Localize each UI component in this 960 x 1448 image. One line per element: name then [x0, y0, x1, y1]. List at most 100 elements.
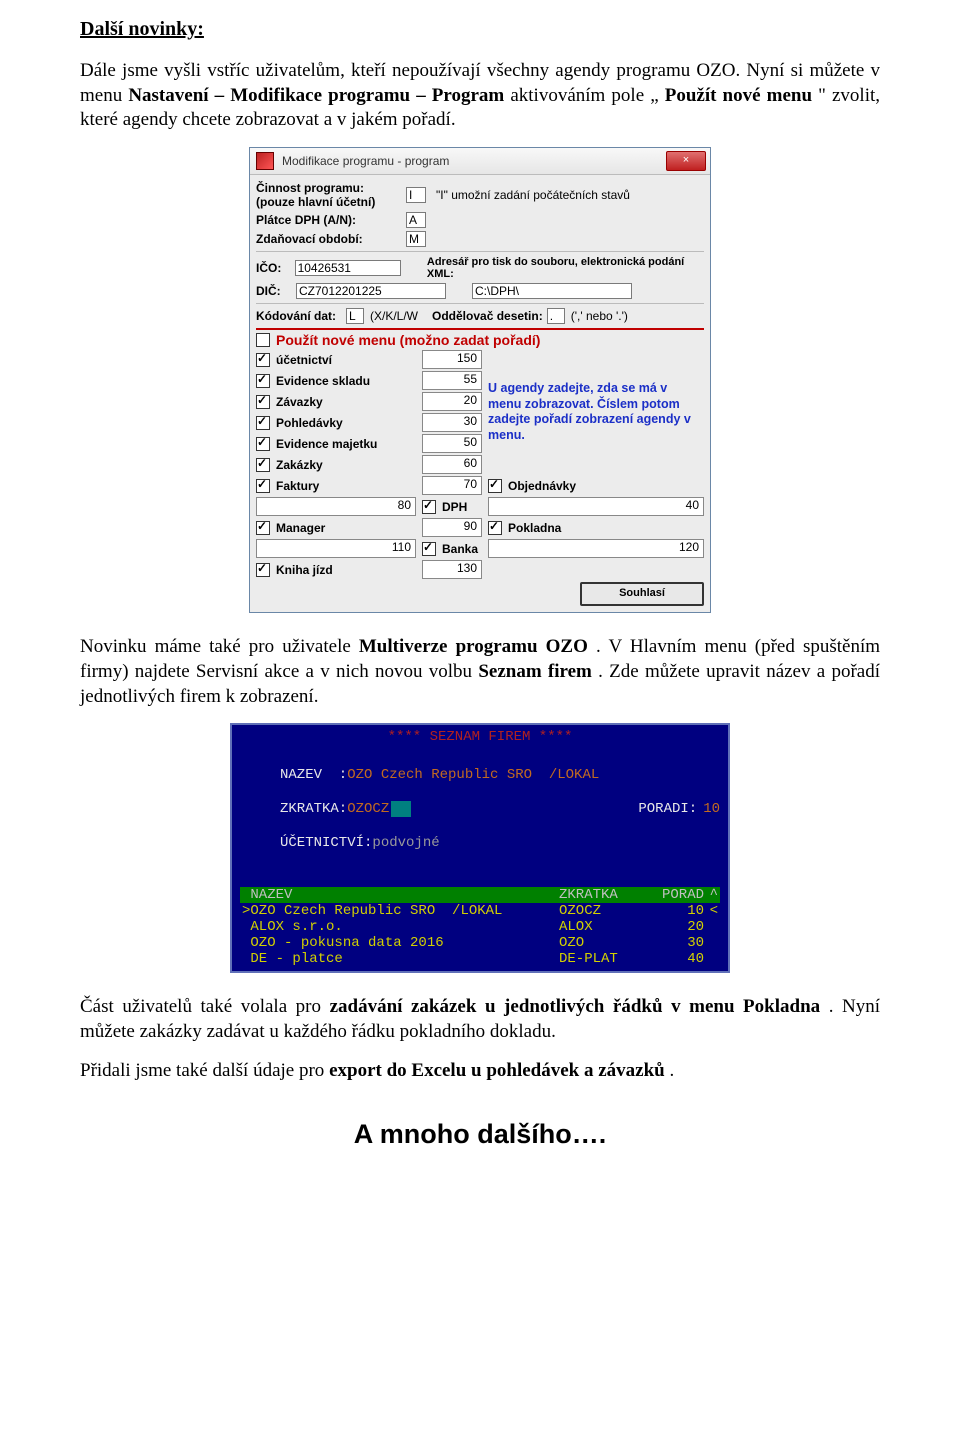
input-oddelovac[interactable]: .: [547, 308, 565, 324]
dos-val-nazev[interactable]: OZO Czech Republic SRO /LOKAL: [347, 767, 599, 783]
dos-firm-row[interactable]: >OZO Czech Republic SRO /LOKALOZOCZ10<: [240, 903, 720, 919]
agenda-order-input[interactable]: 40: [488, 497, 704, 516]
input-adresar[interactable]: C:\DPH\: [472, 283, 632, 299]
dos-val-zkratka[interactable]: OZOCZ: [347, 801, 389, 817]
para-4-bold: export do Excelu u pohledávek a závazků: [329, 1060, 665, 1081]
agenda-order-input[interactable]: 50: [422, 434, 482, 453]
close-button[interactable]: ×: [666, 151, 706, 171]
input-dic[interactable]: CZ7012201225: [296, 283, 446, 299]
agenda-label: Faktury: [276, 479, 319, 493]
agenda-row-5[interactable]: Zakázky: [256, 458, 416, 472]
heading-dalsi-novinky: Další novinky:: [80, 18, 880, 41]
agenda-order-input[interactable]: 130: [422, 560, 482, 579]
dos-row-poradi: 20: [649, 919, 704, 935]
agenda-row-8[interactable]: DPH: [422, 500, 482, 514]
agenda-row-7[interactable]: Objednávky: [488, 479, 704, 493]
agenda-order-input[interactable]: 55: [422, 371, 482, 390]
dos-firm-row[interactable]: OZO - pokusna data 2016OZO30: [240, 935, 720, 951]
dos-lbl-poradi: PORADI:: [638, 801, 697, 817]
lbl-adresar: Adresář pro tisk do souboru, elektronick…: [427, 256, 704, 280]
dos-lbl-zkratka: ZKRATKA:: [280, 801, 347, 817]
agenda-order-input[interactable]: 30: [422, 413, 482, 432]
lbl-oddelovac: Oddělovač desetin:: [432, 309, 543, 323]
agenda-label: Pokladna: [508, 521, 561, 535]
dos-lbl-ucetnictvi: ÚČETNICTVÍ:: [280, 835, 372, 851]
agenda-checkbox[interactable]: [256, 353, 270, 367]
agenda-label: Závazky: [276, 395, 323, 409]
agenda-row-1[interactable]: Evidence skladu: [256, 374, 416, 388]
input-ico[interactable]: 10426531: [295, 260, 401, 276]
para-4-text: Přidali jsme také další údaje pro: [80, 1060, 329, 1081]
agenda-label: Manager: [276, 521, 325, 535]
agenda-checkbox[interactable]: [256, 437, 270, 451]
para-1-bold1: Nastavení – Modifikace programu – Progra…: [128, 85, 504, 106]
dos-col-nazev: NAZEV: [250, 887, 559, 903]
agenda-row-10[interactable]: Pokladna: [488, 521, 704, 535]
agenda-row-3[interactable]: Pohledávky: [256, 416, 416, 430]
dos-row-poradi: 40: [649, 951, 704, 967]
agenda-checkbox[interactable]: [256, 479, 270, 493]
agenda-checkbox[interactable]: [488, 479, 502, 493]
agenda-checkbox[interactable]: [256, 563, 270, 577]
agenda-checkbox[interactable]: [256, 416, 270, 430]
agenda-row-6[interactable]: Faktury: [256, 479, 416, 493]
hint-kodovani: (X/K/L/W: [370, 309, 418, 323]
para-3-bold: zadávání zakázek u jednotlivých řádků v …: [330, 996, 821, 1017]
dos-row-poradi: 10: [649, 903, 704, 919]
app-icon: [256, 152, 274, 170]
dos-row-nazev: OZO Czech Republic SRO /LOKAL: [250, 903, 559, 919]
agenda-row-11[interactable]: Banka: [422, 542, 482, 556]
bottom-heading: A mnoho dalšího….: [80, 1119, 880, 1150]
lbl-dic: DIČ:: [256, 284, 296, 298]
dos-firm-row[interactable]: ALOX s.r.o.ALOX20: [240, 919, 720, 935]
agenda-checkbox[interactable]: [256, 521, 270, 535]
agenda-order-input[interactable]: 70: [422, 476, 482, 495]
agenda-row-0[interactable]: účetnictví: [256, 353, 416, 367]
dialog-title: Modifikace programu - program: [282, 154, 449, 168]
agenda-checkbox[interactable]: [256, 374, 270, 388]
checkbox-new-menu[interactable]: [256, 333, 270, 347]
input-kodovani[interactable]: L: [346, 308, 364, 324]
lbl-kodovani: Kódování dat:: [256, 309, 346, 323]
dos-firm-row[interactable]: DE - platceDE-PLAT40: [240, 951, 720, 967]
para-2-bold1: Multiverze programu OZO: [359, 636, 588, 657]
souhlasi-button[interactable]: Souhlasí: [580, 582, 704, 606]
lbl-cinnost-1: Činnost programu:: [256, 181, 406, 195]
agenda-label: Kniha jízd: [276, 563, 333, 577]
use-new-menu-row[interactable]: Použít nové menu (možno zadat pořadí): [256, 332, 704, 348]
input-platce[interactable]: A: [406, 212, 426, 228]
agenda-order-input[interactable]: 80: [256, 497, 416, 516]
dos-col-caret: ^: [704, 887, 718, 903]
dos-lbl-nazev: NAZEV :: [280, 767, 347, 783]
para-1: Dále jsme vyšli vstříc uživatelům, kteří…: [80, 59, 880, 133]
agenda-label: Objednávky: [508, 479, 576, 493]
para-4-text2: .: [670, 1060, 675, 1081]
agenda-order-input[interactable]: 150: [422, 350, 482, 369]
agenda-order-input[interactable]: 60: [422, 455, 482, 474]
agenda-checkbox[interactable]: [422, 542, 436, 556]
agenda-order-input[interactable]: 90: [422, 518, 482, 537]
dialog-titlebar[interactable]: Modifikace programu - program ×: [250, 148, 710, 175]
agenda-checkbox[interactable]: [422, 500, 436, 514]
input-zdanperiod[interactable]: M: [406, 231, 426, 247]
dos-row-nazev: OZO - pokusna data 2016: [250, 935, 559, 951]
agenda-order-input[interactable]: 120: [488, 539, 704, 558]
agenda-order-input[interactable]: 20: [422, 392, 482, 411]
dos-seznam-firem: **** SEZNAM FIREM **** NAZEV : OZO Czech…: [230, 723, 730, 973]
dos-row-nazev: ALOX s.r.o.: [250, 919, 559, 935]
agenda-row-12[interactable]: Kniha jízd: [256, 563, 416, 577]
agenda-checkbox[interactable]: [256, 458, 270, 472]
input-cinnost[interactable]: I: [406, 187, 426, 203]
hint-cinnost: "I" umožní zadání počátečních stavů: [436, 188, 630, 202]
agenda-row-4[interactable]: Evidence majetku: [256, 437, 416, 451]
para-2-text: Novinku máme také pro uživatele: [80, 636, 359, 657]
hint-oddelovac: (',' nebo '.'): [571, 309, 628, 323]
agenda-checkbox[interactable]: [488, 521, 502, 535]
agenda-order-input[interactable]: 110: [256, 539, 416, 558]
agenda-checkbox[interactable]: [256, 395, 270, 409]
agenda-row-9[interactable]: Manager: [256, 521, 416, 535]
para-2: Novinku máme také pro uživatele Multiver…: [80, 635, 880, 709]
dos-val-poradi[interactable]: 10: [703, 801, 720, 817]
agenda-row-2[interactable]: Závazky: [256, 395, 416, 409]
dos-row-nazev: DE - platce: [250, 951, 559, 967]
